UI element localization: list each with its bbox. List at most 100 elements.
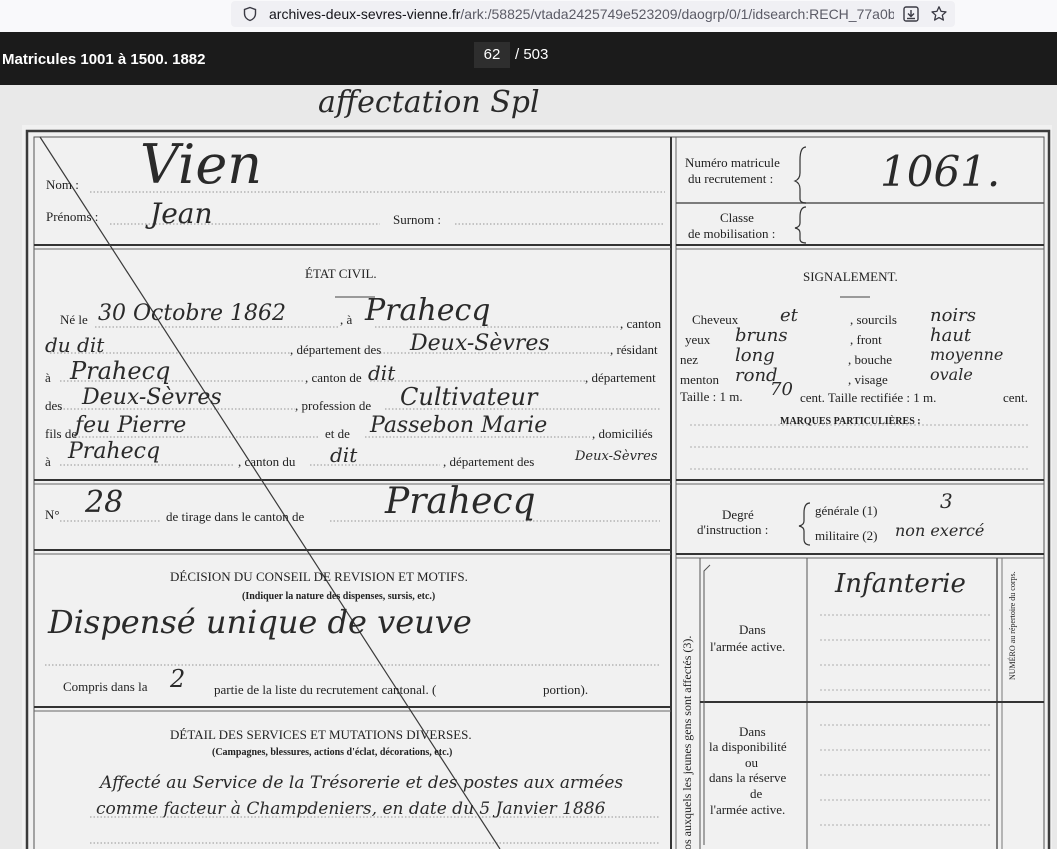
detail-line-2: comme facteur à Champdeniers, en date du…: [96, 799, 606, 819]
a3-label: à: [45, 454, 51, 469]
des-label: des: [45, 398, 63, 413]
download-icon[interactable]: [900, 3, 922, 25]
compris-label: Compris dans la: [63, 679, 148, 694]
armee-active-value: Infanterie: [835, 569, 966, 599]
departement-des2-label: , département des: [443, 454, 535, 469]
signalement-title: SIGNALEMENT.: [803, 269, 898, 284]
nom-label: Nom :: [46, 177, 79, 192]
generale-label: générale (1): [815, 503, 878, 518]
departement-des-label: , département des: [290, 342, 382, 357]
departement2-value: Deux-Sèvres: [575, 449, 658, 464]
et-de-label: et de: [325, 426, 350, 441]
corps-label: os auxquels les jeunes gens sont affecté…: [680, 635, 694, 849]
visage-label: , visage: [848, 372, 888, 387]
taille-cent-label: cent.: [1003, 390, 1028, 405]
bouche-label: , bouche: [848, 352, 893, 367]
document-scan[interactable]: affectation Spl Nom : Vien Prénoms : Jea…: [0, 85, 1057, 849]
no-value: 28: [85, 485, 124, 520]
armee-active-label-1: Dans: [739, 622, 766, 637]
mere-value: Passebon Marie: [370, 413, 548, 438]
prenoms-value: Jean: [150, 197, 213, 230]
generale-value: 3: [940, 489, 953, 513]
viewer-header: Matricules 1001 à 1500. 1882 62 / 503: [0, 32, 1057, 85]
document-title: Matricules 1001 à 1500. 1882: [2, 51, 206, 68]
matricule-label-1: Numéro matricule: [685, 155, 780, 170]
canton-de-value: dit: [368, 361, 396, 385]
degre-label-2: d'instruction :: [697, 522, 769, 537]
profession-value: Cultivateur: [400, 383, 538, 411]
detail-line-1: Affecté au Service de la Trésorerie et d…: [100, 773, 624, 793]
ne-le-value: 30 Octobre 1862: [98, 301, 287, 326]
departement-label: , département: [585, 370, 656, 385]
taille-rect-label: cent. Taille rectifiée : 1 m.: [800, 390, 937, 405]
a2-value: Prahecq: [70, 357, 171, 385]
url-text[interactable]: archives-deux-sevres-vienne.fr/ark:/5882…: [269, 6, 894, 22]
yeux-label: yeux: [685, 332, 711, 347]
canton-de-label: , canton de: [305, 370, 362, 385]
detail-title: DÉTAIL DES SERVICES ET MUTATIONS DIVERSE…: [170, 727, 472, 742]
tirage-value: Prahecq: [385, 481, 536, 522]
taille-label: Taille : 1 m.: [680, 389, 743, 404]
decision-title: DÉCISION DU CONSEIL DE REVISION ET MOTIF…: [170, 569, 468, 584]
front-label: , front: [850, 332, 882, 347]
page-total: / 503: [515, 46, 549, 63]
departement-value: Deux-Sèvres: [410, 331, 550, 356]
nom-value: Vien: [140, 133, 263, 196]
canton-label: , canton: [620, 316, 662, 331]
des-value: Deux-Sèvres: [82, 385, 222, 410]
compris-rest: partie de la liste du recrutement canton…: [214, 682, 437, 697]
star-icon[interactable]: [928, 3, 950, 25]
prenoms-label: Prénoms :: [46, 209, 99, 224]
cheveux-label: Cheveux: [692, 312, 739, 327]
decision-value: Dispensé unique de veuve: [48, 603, 472, 641]
nez-label: nez: [680, 352, 699, 367]
shield-icon[interactable]: [239, 6, 261, 22]
classe-label-2: de mobilisation :: [688, 226, 776, 241]
front-value: haut: [930, 325, 972, 346]
resident-label: , résidant: [610, 342, 658, 357]
domicilies-label: , domiciliés: [592, 426, 653, 441]
classe-label-1: Classe: [720, 210, 754, 225]
menton-label: menton: [680, 372, 719, 387]
a-value: Prahecq: [365, 293, 491, 328]
nez-value: long: [735, 345, 775, 366]
dispo-label-6: l'armée active.: [710, 802, 786, 817]
pere-value: feu Pierre: [75, 413, 187, 438]
url-path: /ark:/58825/vtada2425749e523209/daogrp/0…: [460, 6, 894, 22]
marques-label: MARQUES PARTICULIÈRES :: [780, 416, 921, 427]
a2-label: à: [45, 370, 51, 385]
dispo-label-4: dans la réserve: [709, 770, 787, 785]
no-label: N°: [45, 507, 60, 522]
taille-value: 70: [770, 379, 793, 400]
page-number-input[interactable]: 62: [474, 42, 510, 68]
url-domain: archives-deux-sevres-vienne.fr: [269, 6, 461, 22]
compris-value: 2: [170, 665, 186, 693]
dispo-label-5: de: [750, 786, 763, 801]
decision-subtitle: (Indiquer la nature des dispenses, sursi…: [242, 591, 436, 602]
etat-civil-title: ÉTAT CIVIL.: [305, 266, 377, 281]
detail-subtitle: (Campagnes, blessures, actions d'éclat, …: [212, 747, 453, 758]
tirage-label: de tirage dans le canton de: [166, 509, 305, 524]
matricule-value: 1061.: [880, 147, 1001, 196]
portion-label: portion).: [543, 682, 589, 697]
numero-label: NUMÉRO au répertoire du corps.: [1008, 571, 1017, 680]
du-value: du dit: [45, 333, 105, 357]
a3-value: Prahecq: [68, 439, 161, 464]
dispo-label-3: ou: [745, 755, 758, 770]
dispo-label-1: Dans: [739, 724, 766, 739]
url-bar[interactable]: archives-deux-sevres-vienne.fr/ark:/5882…: [231, 1, 955, 27]
sourcils-label: , sourcils: [850, 312, 897, 327]
dispo-label-2: la disponibilité: [709, 739, 787, 754]
militaire-value: non exercé: [895, 521, 985, 540]
bouche-value: moyenne: [930, 345, 1004, 364]
matricule-label-2: du recrutement :: [688, 171, 774, 186]
militaire-label: militaire (2): [815, 528, 878, 543]
surnom-label: Surnom :: [393, 212, 442, 227]
armee-active-label-2: l'armée active.: [710, 639, 786, 654]
degre-label-1: Degré: [722, 507, 754, 522]
canton-du-value: dit: [330, 443, 358, 467]
canton-du-label: , canton du: [238, 454, 296, 469]
sourcils-value: noirs: [930, 305, 977, 326]
browser-toolbar: archives-deux-sevres-vienne.fr/ark:/5882…: [0, 0, 1057, 32]
header-annotation: affectation Spl: [318, 85, 540, 120]
